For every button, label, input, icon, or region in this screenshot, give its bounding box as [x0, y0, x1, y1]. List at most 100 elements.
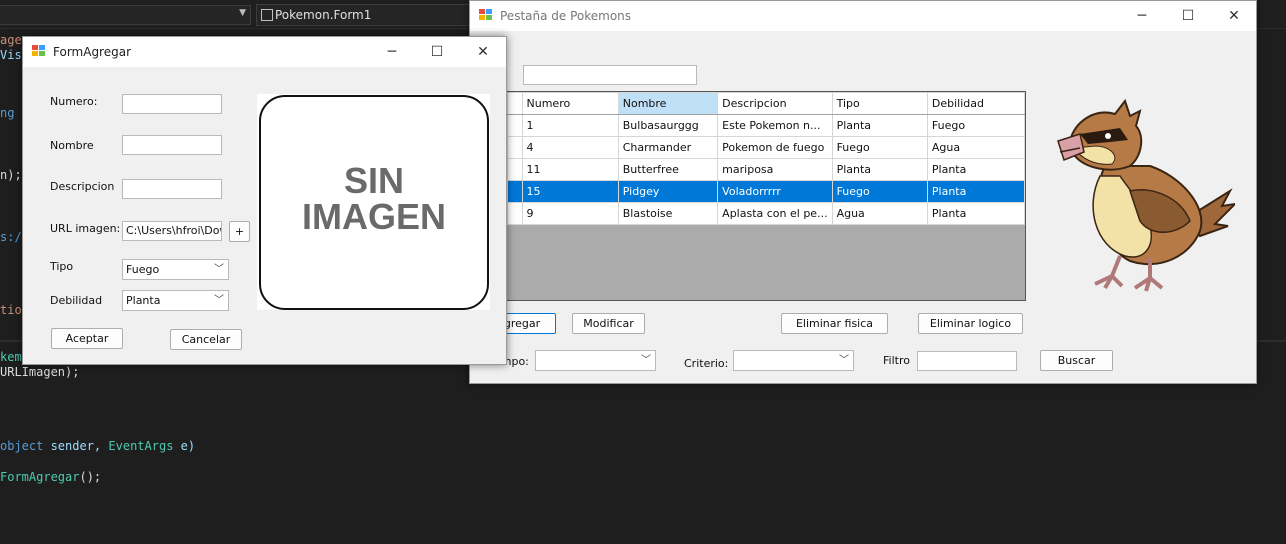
tipo-label: Tipo — [50, 260, 74, 273]
nombre-label: Nombre — [50, 139, 94, 152]
table-cell[interactable]: 15 — [521, 180, 619, 203]
buscar-button[interactable]: Buscar — [1040, 350, 1113, 371]
table-cell[interactable]: Blastoise — [617, 202, 719, 225]
table-cell[interactable]: mariposa — [717, 158, 833, 181]
numero-label: Numero: — [50, 95, 98, 108]
chevron-down-icon: ﹀ — [214, 264, 224, 275]
criterio-label: Criterio: — [684, 357, 729, 370]
column-header[interactable]: Descripcion — [717, 92, 833, 115]
descripcion-label: Descripcion — [50, 180, 115, 193]
table-cell[interactable]: Charmander — [617, 136, 719, 159]
window-title: FormAgregar — [53, 45, 132, 59]
maximize-icon[interactable]: ☐ — [1166, 1, 1210, 31]
code-line: URLImagen); — [0, 365, 80, 379]
table-cell[interactable]: Aplasta con el pe... — [717, 202, 833, 225]
row-header-corner — [507, 92, 523, 115]
grid-table: Numero Nombre Descripcion Tipo Debilidad… — [507, 92, 1026, 225]
table-row[interactable]: 11 Butterfree mariposa Planta Planta — [507, 158, 1026, 181]
ide-editor-tab[interactable]: Pokemon.Form1 — [256, 4, 486, 26]
column-header[interactable]: Debilidad — [926, 92, 1026, 115]
url-imagen-label: URL imagen: — [50, 222, 121, 235]
row-header[interactable] — [507, 180, 523, 203]
image-preview: SIN IMAGEN — [257, 94, 490, 310]
table-cell[interactable]: Planta — [926, 202, 1026, 225]
table-cell[interactable]: 11 — [521, 158, 619, 181]
close-icon[interactable]: ✕ — [461, 37, 505, 67]
table-row-selected[interactable]: 15 Pidgey Voladorrrrr Fuego Planta — [507, 180, 1026, 203]
table-cell[interactable]: Planta — [831, 158, 928, 181]
debilidad-label: Debilidad — [50, 294, 103, 307]
add-image-button[interactable]: + — [229, 221, 250, 242]
code-line: FormAgregar(); — [0, 470, 102, 484]
table-cell[interactable]: Fuego — [926, 114, 1026, 137]
table-cell[interactable]: Pokemon de fuego — [717, 136, 833, 159]
campo-select[interactable]: ﹀ — [535, 350, 656, 371]
pidgey-image — [1057, 98, 1235, 292]
search-input[interactable] — [523, 65, 697, 85]
placeholder-text: SIN IMAGEN — [261, 163, 487, 235]
table-cell[interactable]: Pidgey — [617, 180, 719, 203]
filtro-input[interactable] — [917, 351, 1017, 371]
row-header[interactable] — [507, 202, 523, 225]
tipo-select[interactable]: Fuego ﹀ — [122, 259, 229, 280]
form-titlebar: FormAgregar ─ ☐ ✕ — [23, 37, 506, 67]
code-line: n); — [0, 168, 22, 182]
cancelar-button[interactable]: Cancelar — [170, 329, 242, 350]
pokemon-grid[interactable]: Numero Nombre Descripcion Tipo Debilidad… — [506, 91, 1026, 301]
url-imagen-input[interactable]: C:\Users\hfroi\Dow — [122, 221, 222, 241]
sin-imagen-placeholder: SIN IMAGEN — [259, 95, 489, 310]
chevron-down-icon: ﹀ — [641, 355, 651, 366]
nombre-input[interactable] — [122, 135, 222, 155]
eliminar-fisica-button[interactable]: Eliminar fisica — [781, 313, 888, 334]
chevron-down-icon: ﹀ — [214, 295, 224, 306]
minimize-icon[interactable]: ─ — [370, 37, 414, 67]
descripcion-input[interactable] — [122, 179, 222, 199]
debilidad-select[interactable]: Planta ﹀ — [122, 290, 229, 311]
table-cell[interactable]: Fuego — [831, 180, 928, 203]
column-header[interactable]: Numero — [521, 92, 619, 115]
ide-tab-title: Pokemon.Form1 — [275, 8, 372, 22]
form-icon — [261, 9, 273, 21]
column-header[interactable]: Nombre — [617, 92, 719, 115]
numero-input[interactable] — [122, 94, 222, 114]
table-cell[interactable]: Planta — [926, 158, 1026, 181]
table-row[interactable]: 9 Blastoise Aplasta con el pe... Agua Pl… — [507, 202, 1026, 225]
aceptar-button[interactable]: Aceptar — [51, 328, 123, 349]
placeholder-line: SIN — [343, 160, 404, 201]
table-cell[interactable]: Planta — [926, 180, 1026, 203]
close-icon[interactable]: ✕ — [1212, 1, 1256, 31]
filtro-label: Filtro — [883, 354, 910, 367]
table-cell[interactable]: Butterfree — [617, 158, 719, 181]
modificar-button[interactable]: Modificar — [572, 313, 645, 334]
app-icon — [32, 45, 45, 57]
table-cell[interactable]: 9 — [521, 202, 619, 225]
table-row[interactable]: 4 Charmander Pokemon de fuego Fuego Agua — [507, 136, 1026, 159]
maximize-icon[interactable]: ☐ — [415, 37, 459, 67]
minimize-icon[interactable]: ─ — [1120, 1, 1164, 31]
row-header[interactable] — [507, 136, 523, 159]
row-header[interactable] — [507, 114, 523, 137]
column-header[interactable]: Tipo — [831, 92, 928, 115]
placeholder-line: IMAGEN — [302, 196, 446, 237]
app-icon — [479, 9, 492, 21]
table-cell[interactable]: Fuego — [831, 136, 928, 159]
table-cell[interactable]: Planta — [831, 114, 928, 137]
table-cell[interactable]: Bulbasaurggg — [617, 114, 719, 137]
main-titlebar: Pestaña de Pokemons ─ ☐ ✕ — [470, 1, 1256, 31]
table-cell[interactable]: Agua — [831, 202, 928, 225]
table-cell[interactable]: 1 — [521, 114, 619, 137]
eliminar-logico-button[interactable]: Eliminar logico — [918, 313, 1023, 334]
ide-dropdown[interactable]: ▼ — [0, 5, 251, 25]
code-line: object sender, EventArgs e) — [0, 439, 196, 453]
chevron-down-icon: ﹀ — [839, 355, 849, 366]
table-cell[interactable]: 4 — [521, 136, 619, 159]
row-header[interactable] — [507, 158, 523, 181]
table-row[interactable]: 1 Bulbasaurggg Este Pokemon n... Planta … — [507, 114, 1026, 137]
form-agregar-window: FormAgregar ─ ☐ ✕ Numero: Nombre Descrip… — [22, 36, 507, 365]
window-title: Pestaña de Pokemons — [500, 9, 632, 23]
table-cell[interactable]: Este Pokemon n... — [717, 114, 833, 137]
grid-header-row: Numero Nombre Descripcion Tipo Debilidad — [507, 92, 1026, 115]
table-cell[interactable]: Agua — [926, 136, 1026, 159]
criterio-select[interactable]: ﹀ — [733, 350, 854, 371]
table-cell[interactable]: Voladorrrrr — [717, 180, 833, 203]
